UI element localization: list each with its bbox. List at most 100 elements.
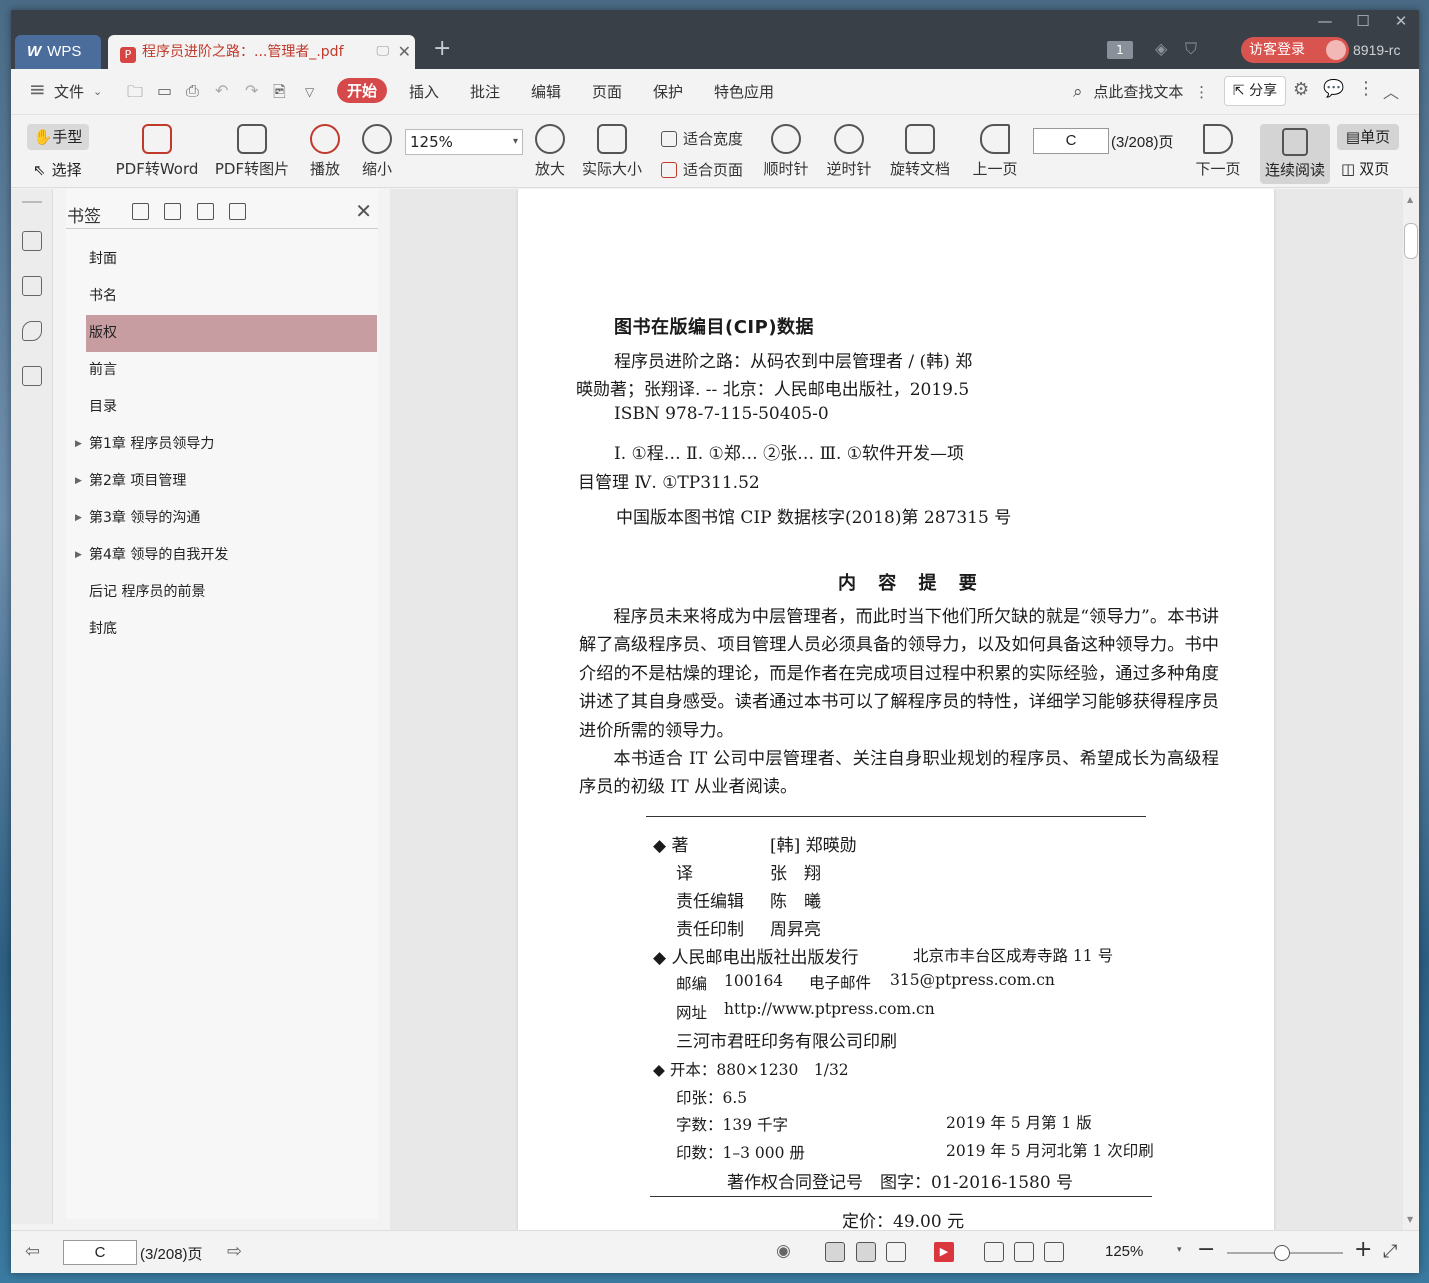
more-quick-actions-icon[interactable]: ▽: [305, 85, 314, 99]
single-page-button[interactable]: ▤单页: [1337, 124, 1399, 150]
tab-protect[interactable]: 保护: [653, 81, 683, 102]
select-tool-button[interactable]: ⇖ 选择: [33, 159, 82, 180]
tab-annotate[interactable]: 批注: [470, 81, 500, 102]
annotation-icon[interactable]: [22, 321, 42, 341]
actual-size-button[interactable]: 实际大小: [581, 124, 643, 179]
expand-triangle-icon[interactable]: ▶: [75, 426, 82, 463]
zoom-out-button[interactable]: 缩小: [361, 124, 393, 179]
bookmark-item[interactable]: 前言: [66, 352, 378, 389]
bookmark-item[interactable]: 封面: [66, 241, 378, 278]
pdf-to-word-button[interactable]: PDF转Word: [113, 124, 201, 179]
bookmark-item[interactable]: 封底: [66, 611, 378, 648]
bookmark-item[interactable]: ▶ 第1章 程序员领导力: [66, 426, 378, 463]
undo-icon[interactable]: ↶: [215, 81, 228, 100]
tab-page[interactable]: 页面: [592, 81, 622, 102]
zoom-in-button[interactable]: 放大: [534, 124, 566, 179]
image-export-icon[interactable]: 🖻: [273, 81, 286, 108]
scroll-up-icon[interactable]: ▲: [1407, 195, 1413, 204]
more-options-icon[interactable]: ⋮: [1357, 78, 1375, 99]
signature-icon[interactable]: [22, 366, 42, 386]
add-bookmark-icon[interactable]: [197, 203, 214, 220]
gear-icon[interactable]: ⚙: [1293, 79, 1309, 100]
zoom-slider-knob[interactable]: [1274, 1245, 1290, 1261]
skin-icon[interactable]: ◈: [1155, 39, 1167, 58]
chevron-down-icon[interactable]: ▾: [1177, 1245, 1182, 1255]
redo-icon[interactable]: ↷: [245, 81, 258, 100]
tab-special-apps[interactable]: 特色应用: [714, 81, 774, 102]
tab-edit[interactable]: 编辑: [531, 81, 561, 102]
minimize-button[interactable]: —: [1311, 12, 1339, 30]
tab-start[interactable]: 开始: [337, 78, 388, 103]
hamburger-menu-icon[interactable]: ≡: [29, 77, 46, 101]
shirt-icon[interactable]: ⛉: [1185, 39, 1197, 59]
vertical-scrollbar[interactable]: ▲ ▼: [1403, 189, 1419, 1230]
previous-page-button[interactable]: 上一页: [971, 124, 1019, 179]
rotate-counterclockwise-button[interactable]: 逆时针: [826, 124, 872, 179]
maximize-button[interactable]: ☐: [1349, 12, 1377, 30]
fit-page-status-icon[interactable]: [1014, 1242, 1034, 1262]
next-page-button[interactable]: 下一页: [1194, 124, 1242, 179]
bookmark-list-icon[interactable]: [22, 231, 42, 251]
actual-size-status-icon[interactable]: [984, 1242, 1004, 1262]
thumbnail-image-icon[interactable]: [22, 276, 42, 296]
open-folder-icon[interactable]: 🗀: [127, 81, 143, 108]
rotate-document-button[interactable]: 旋转文档: [889, 124, 951, 179]
fit-page-button[interactable]: 适合页面: [661, 159, 743, 180]
double-page-button[interactable]: ◫ 双页: [1341, 158, 1389, 179]
new-tab-button[interactable]: +: [433, 36, 451, 61]
scroll-down-icon[interactable]: ▼: [1407, 1215, 1413, 1224]
chevron-down-icon[interactable]: ⌄: [93, 85, 102, 98]
continuous-view-icon[interactable]: [825, 1242, 845, 1262]
prev-page-arrow-icon[interactable]: ⇦: [25, 1241, 40, 1262]
window-count-badge[interactable]: 1: [1107, 41, 1133, 59]
bookmark-item[interactable]: ▶ 第3章 领导的沟通: [66, 500, 378, 537]
document-viewport[interactable]: 图书在版编目(CIP)数据 程序员进阶之路：从码农到中层管理者 / (韩) 郑 …: [390, 189, 1403, 1230]
continuous-reading-button[interactable]: 连续阅读: [1260, 124, 1330, 184]
double-view-icon[interactable]: [886, 1242, 906, 1262]
fullscreen-icon[interactable]: ⤢: [1383, 1241, 1397, 1262]
eye-protection-icon[interactable]: ◉: [776, 1241, 791, 1261]
more-vertical-icon[interactable]: ⋮: [1194, 83, 1209, 101]
bookmark-item[interactable]: 目录: [66, 389, 378, 426]
expand-triangle-icon[interactable]: ▶: [75, 463, 82, 500]
bookmark-item[interactable]: ▶ 第2章 项目管理: [66, 463, 378, 500]
guest-login-button[interactable]: 访客登录: [1241, 37, 1349, 63]
rotate-clockwise-button[interactable]: 顺时针: [763, 124, 809, 179]
hand-tool-button[interactable]: ✋手型: [27, 124, 89, 150]
close-window-button[interactable]: ✕: [1387, 12, 1415, 30]
collapse-all-icon[interactable]: [164, 203, 181, 220]
pdf-to-image-button[interactable]: PDF转图片: [214, 124, 290, 179]
zoom-plus-button[interactable]: +: [1354, 1237, 1372, 1262]
tab-insert[interactable]: 插入: [409, 81, 439, 102]
collapse-ribbon-icon[interactable]: ︿: [1383, 79, 1399, 103]
delete-bookmark-icon[interactable]: [229, 203, 246, 220]
play-button[interactable]: 播放: [309, 124, 341, 179]
bookmark-item[interactable]: ▶ 第4章 领导的自我开发: [66, 537, 378, 574]
save-icon[interactable]: ▭: [157, 81, 172, 100]
zoom-select[interactable]: 125% ▾: [405, 129, 523, 155]
expand-triangle-icon[interactable]: ▶: [75, 537, 82, 574]
bookmark-item-selected[interactable]: 版权: [86, 315, 377, 352]
next-page-arrow-icon[interactable]: ⇨: [227, 1241, 242, 1262]
close-tab-button[interactable]: ✕: [398, 35, 411, 69]
monitor-icon[interactable]: 🖵: [376, 35, 389, 69]
fit-width-button[interactable]: 适合宽度: [661, 128, 743, 149]
comment-icon[interactable]: 💬: [1323, 79, 1344, 99]
status-page-input[interactable]: C: [63, 1240, 137, 1265]
bookmark-item[interactable]: 书名: [66, 278, 378, 315]
page-number-input[interactable]: C: [1033, 128, 1109, 154]
fit-width-status-icon[interactable]: [1044, 1242, 1064, 1262]
status-zoom-value[interactable]: 125%: [1105, 1243, 1143, 1260]
share-button[interactable]: ⇱ 分享: [1224, 76, 1286, 106]
scrollbar-thumb[interactable]: [1404, 223, 1418, 259]
file-menu[interactable]: 文件: [54, 81, 84, 102]
document-tab[interactable]: P 程序员进阶之路：...管理者_.pdf 🖵 ✕: [108, 35, 415, 69]
expand-all-icon[interactable]: [132, 203, 149, 220]
expand-triangle-icon[interactable]: ▶: [75, 500, 82, 537]
wps-home-tab[interactable]: W WPS: [15, 35, 101, 69]
single-view-icon[interactable]: [856, 1242, 876, 1262]
bookmark-item[interactable]: 后记 程序员的前景: [66, 574, 378, 611]
close-panel-button[interactable]: ✕: [355, 199, 372, 223]
play-slideshow-icon[interactable]: ▶: [934, 1242, 954, 1262]
zoom-minus-button[interactable]: −: [1197, 1237, 1215, 1262]
